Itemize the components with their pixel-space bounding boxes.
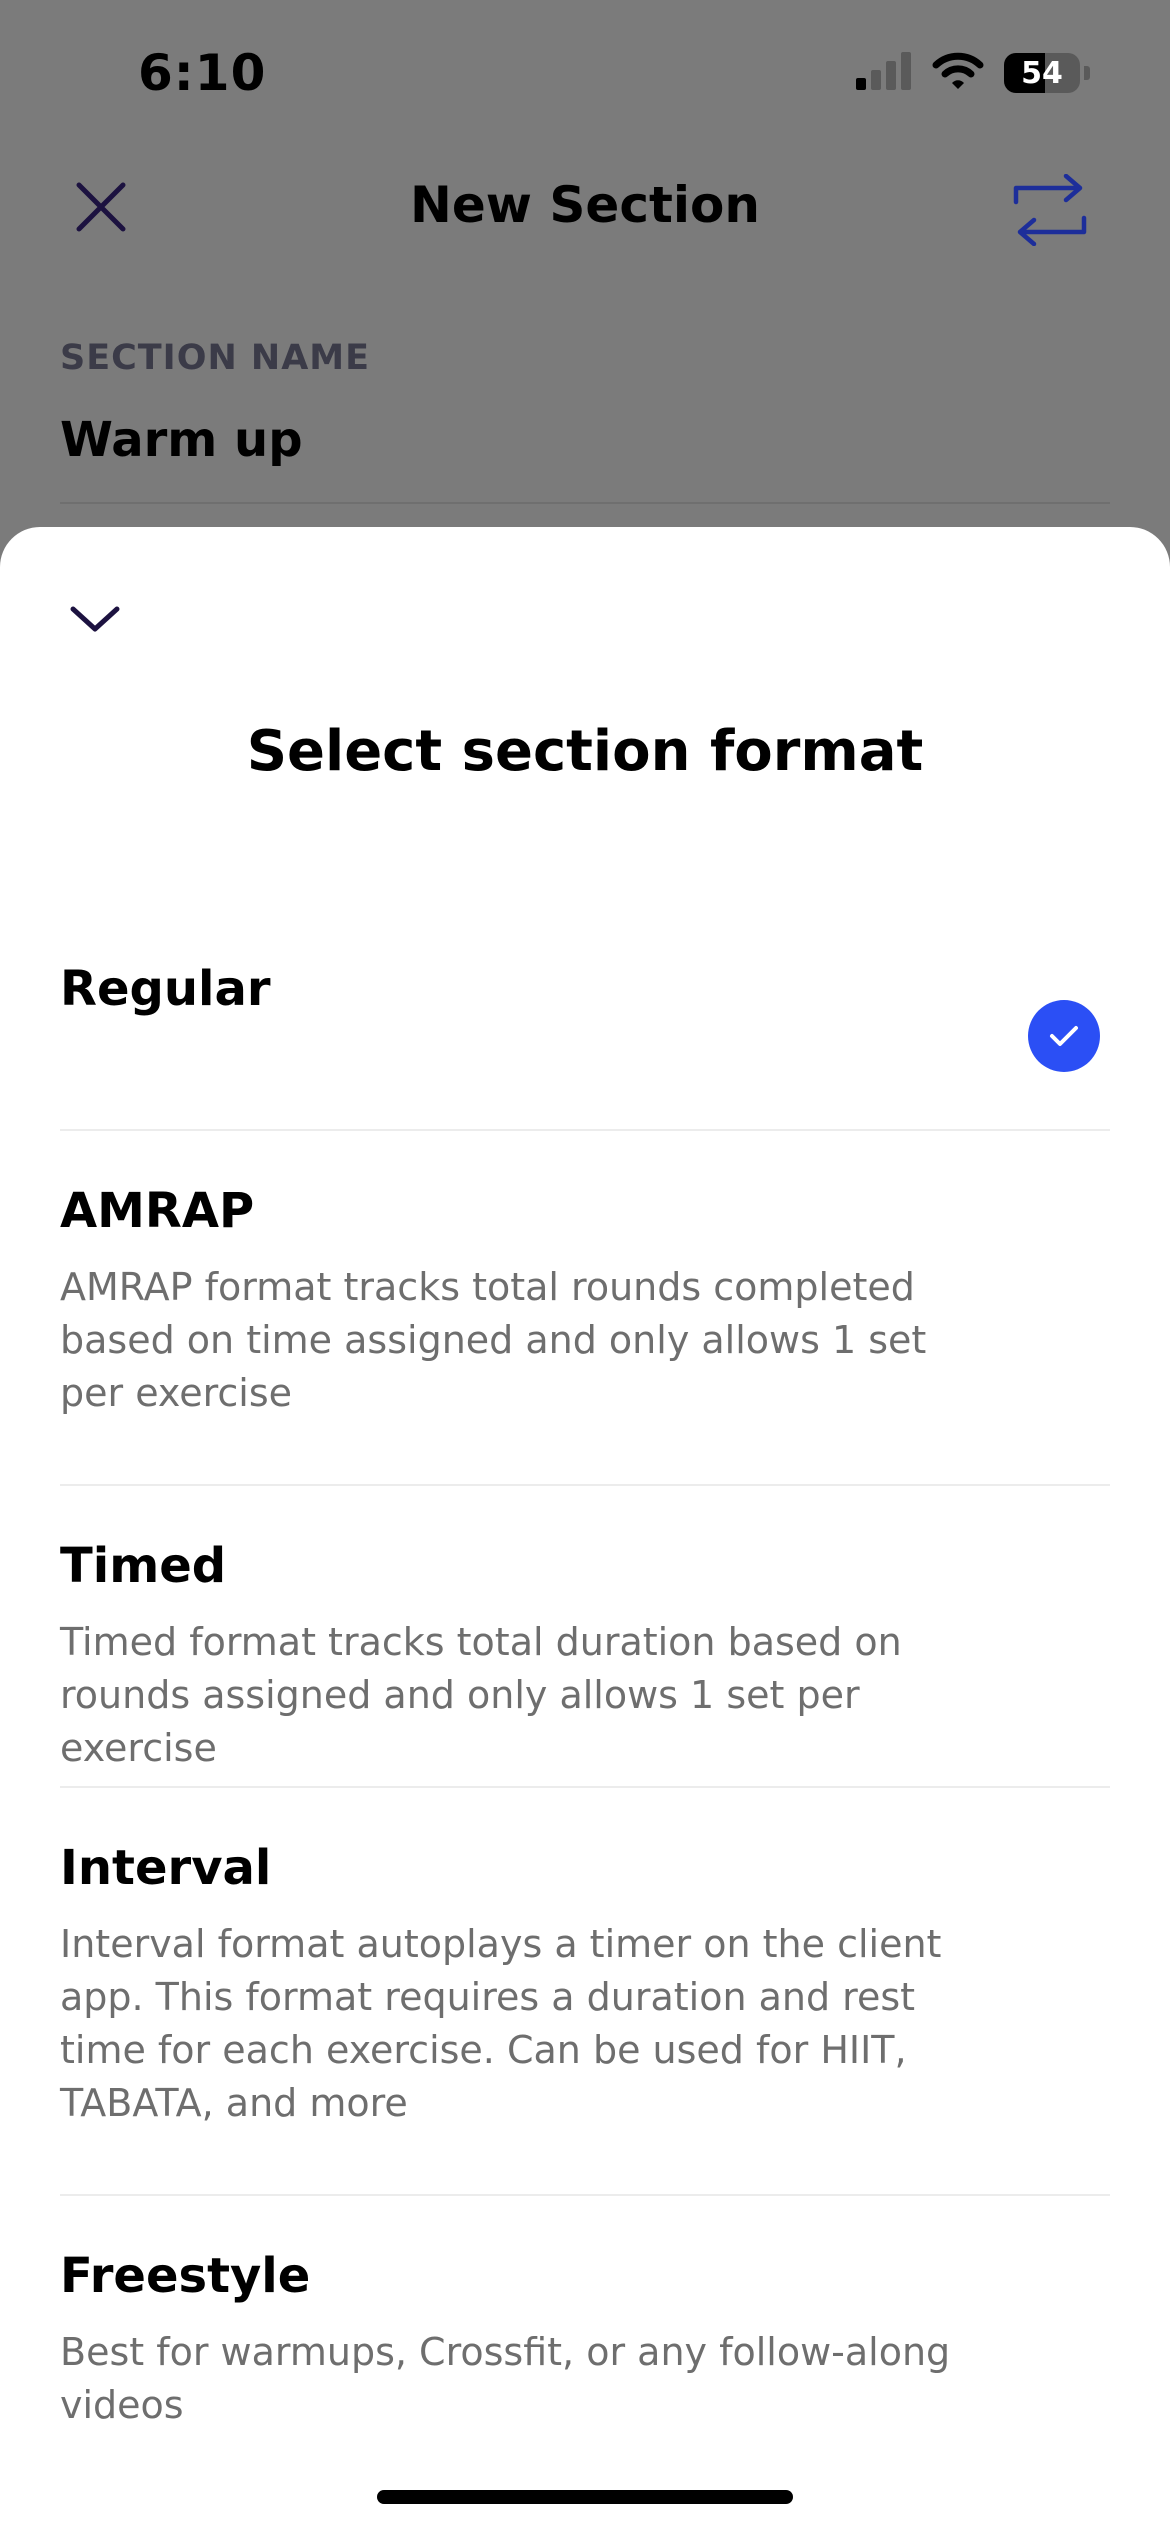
option-description: Best for warmups, Crossfit, or any follo… — [60, 2330, 951, 2427]
format-options-list: Regular AMRAP AMRAP format tracks total … — [60, 927, 1110, 2456]
format-bottom-sheet: Select section format Regular AMRAP AMRA… — [0, 527, 1170, 2532]
section-name-label: SECTION NAME — [60, 338, 371, 378]
wifi-icon — [932, 52, 984, 94]
option-description: Timed format tracks total duration based… — [60, 1620, 902, 1770]
battery-nub — [1084, 66, 1090, 80]
section-name-divider — [60, 502, 1110, 504]
format-option-interval[interactable]: Interval Interval format autoplays a tim… — [60, 1788, 1110, 2196]
option-name: AMRAP — [60, 1183, 255, 1239]
status-icons: 54 — [856, 52, 1090, 94]
cellular-signal-icon — [856, 52, 912, 94]
screen: 6:10 54 New Section SECTION NAME Warm up… — [0, 0, 1170, 2532]
selected-check-icon — [1028, 1000, 1100, 1072]
format-option-timed[interactable]: Timed Timed format tracks total duration… — [60, 1486, 1110, 1788]
chevron-down-icon — [70, 606, 120, 632]
format-option-amrap[interactable]: AMRAP AMRAP format tracks total rounds c… — [60, 1131, 1110, 1486]
home-indicator[interactable] — [377, 2490, 793, 2504]
battery-level: 54 — [1021, 55, 1063, 91]
option-name: Timed — [60, 1538, 227, 1594]
format-option-regular[interactable]: Regular — [60, 927, 1110, 1131]
option-name: Freestyle — [60, 2248, 311, 2304]
battery-icon: 54 — [1004, 53, 1080, 93]
swap-icon — [1013, 174, 1087, 246]
option-name: Interval — [60, 1840, 272, 1896]
section-name-input[interactable]: Warm up — [60, 412, 303, 468]
sheet-title: Select section format — [246, 719, 924, 784]
option-description: Interval format autoplays a timer on the… — [60, 1922, 942, 2125]
status-time: 6:10 — [138, 44, 267, 102]
option-description: AMRAP format tracks total rounds complet… — [60, 1265, 927, 1415]
collapse-sheet-button[interactable] — [60, 589, 130, 649]
format-option-freestyle[interactable]: Freestyle Best for warmups, Crossfit, or… — [60, 2196, 1110, 2456]
page-title: New Section — [410, 176, 760, 234]
option-name: Regular — [60, 961, 271, 1017]
swap-button[interactable] — [1005, 168, 1095, 252]
